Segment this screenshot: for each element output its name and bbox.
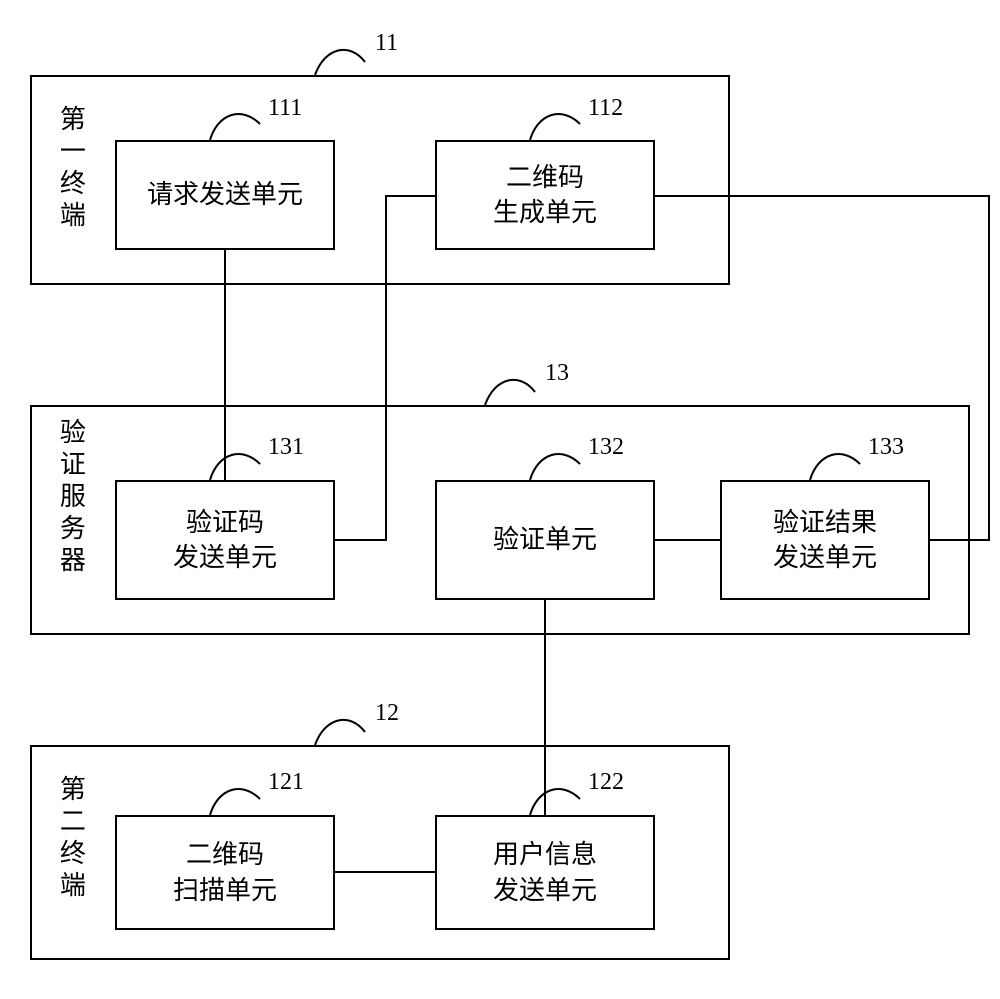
unit-verify-label: 验证单元 [437, 482, 653, 598]
unit-verify-result-send: 验证结果 发送单元 [720, 480, 930, 600]
connector-121-122 [335, 871, 435, 873]
ref-11: 11 [375, 30, 398, 57]
ref-133: 133 [868, 434, 904, 461]
ref-hook-133 [810, 438, 870, 493]
ref-122: 122 [588, 769, 624, 796]
connector-112-133-h2 [930, 539, 990, 541]
connector-112-133-v [988, 195, 990, 541]
ref-112: 112 [588, 95, 623, 122]
connector-132-122-v1 [544, 600, 546, 680]
ref-hook-11 [315, 32, 375, 92]
ref-hook-122 [530, 773, 590, 828]
ref-132: 132 [588, 434, 624, 461]
ref-131: 131 [268, 434, 304, 461]
ref-hook-132 [530, 438, 590, 493]
unit-verify: 验证单元 [435, 480, 655, 600]
connector-111-131 [224, 250, 226, 480]
unit-verifycode-send-label: 验证码 发送单元 [117, 482, 333, 598]
connector-131-112-v [385, 195, 387, 541]
connector-131-112-h2 [385, 195, 435, 197]
ref-hook-12 [315, 702, 375, 757]
unit-userinfo-send: 用户信息 发送单元 [435, 815, 655, 930]
unit-verifycode-send: 验证码 发送单元 [115, 480, 335, 600]
unit-verify-result-send-label: 验证结果 发送单元 [722, 482, 928, 598]
ref-12: 12 [375, 700, 399, 727]
ref-13: 13 [545, 360, 569, 387]
unit-qrcode-generate: 二维码 生成单元 [435, 140, 655, 250]
ref-111: 111 [268, 95, 302, 122]
ref-hook-121 [210, 773, 270, 828]
unit-qrcode-scan: 二维码 扫描单元 [115, 815, 335, 930]
unit-request-send-label: 请求发送单元 [117, 142, 333, 248]
ref-hook-131 [210, 438, 270, 493]
unit-qrcode-generate-label: 二维码 生成单元 [437, 142, 653, 248]
ref-hook-13 [485, 362, 545, 417]
ref-hook-112 [530, 98, 590, 153]
connector-132-133 [655, 539, 720, 541]
group-verify-server-label: 验证服务器 [52, 418, 88, 578]
diagram-canvas: 第一终端 11 请求发送单元 111 二维码 生成单元 112 验证服务器 13… [0, 0, 1000, 999]
connector-132-122-v2 [544, 678, 546, 815]
group-second-terminal-label: 第二终端 [52, 775, 88, 903]
group-first-terminal-label: 第一终端 [52, 105, 88, 233]
unit-request-send: 请求发送单元 [115, 140, 335, 250]
connector-112-133-h1 [655, 195, 990, 197]
ref-121: 121 [268, 769, 304, 796]
unit-userinfo-send-label: 用户信息 发送单元 [437, 817, 653, 928]
unit-qrcode-scan-label: 二维码 扫描单元 [117, 817, 333, 928]
connector-131-112-h [335, 539, 387, 541]
ref-hook-111 [210, 98, 270, 153]
